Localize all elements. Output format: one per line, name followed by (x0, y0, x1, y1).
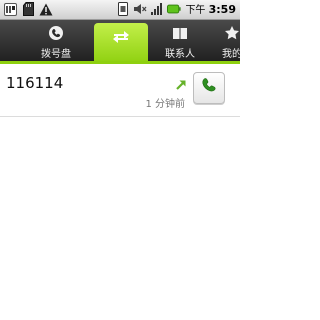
call-log-icon (111, 29, 131, 45)
tab-favorites-label: 我的 (222, 49, 240, 60)
tab-bar: 拨号盘 联系人 我的 (0, 20, 240, 64)
outgoing-call-icon (175, 76, 187, 90)
tab-call-log[interactable] (94, 23, 148, 64)
warning-icon (39, 2, 53, 16)
usb-debug-icon (3, 2, 17, 16)
tab-dialer[interactable]: 拨号盘 (20, 20, 92, 64)
sim-card-icon (116, 1, 130, 16)
system-icons: 下午 3:59 (116, 1, 236, 16)
tab-contacts-label: 联系人 (165, 49, 195, 60)
status-bar: 下午 3:59 (0, 0, 240, 20)
notification-icons (3, 2, 53, 16)
tab-contacts[interactable]: 联系人 (150, 20, 210, 64)
signal-icon (150, 2, 164, 16)
time-prefix: 下午 (185, 5, 206, 16)
sd-card-icon (21, 2, 35, 16)
dialer-icon (48, 25, 64, 41)
call-number: 116114 (6, 74, 64, 92)
time-value: 3:59 (208, 3, 236, 16)
star-icon (224, 25, 240, 41)
contacts-icon (172, 25, 188, 41)
mute-icon (133, 2, 147, 16)
call-log-item[interactable]: 116114 1 分钟前 (0, 64, 240, 117)
battery-icon (167, 2, 181, 16)
call-time: 1 分钟前 (145, 99, 185, 110)
phone-icon (199, 76, 219, 100)
tab-favorites[interactable]: 我的 (212, 20, 240, 64)
call-button[interactable] (193, 72, 225, 104)
tab-dialer-label: 拨号盘 (41, 49, 71, 60)
clock: 下午 3:59 (185, 1, 236, 16)
